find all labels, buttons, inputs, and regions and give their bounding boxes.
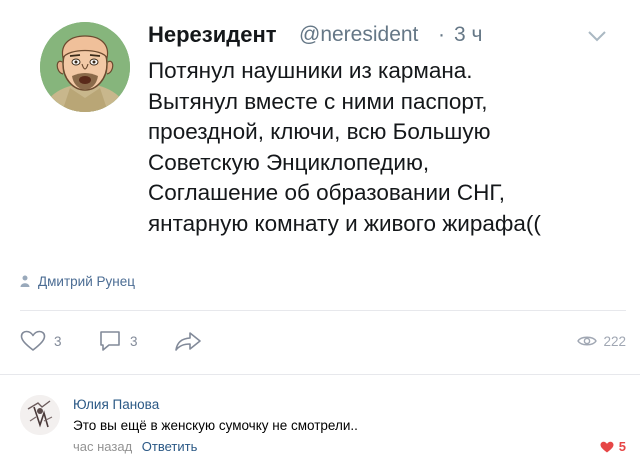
comment-timestamp[interactable]: час назад [73, 439, 132, 454]
divider [20, 310, 626, 311]
post-card: Нерезидент @neresident · 3 ч Потянул нау… [0, 0, 640, 471]
comment-item: Юлия Панова Это вы ещё в женскую сумочку… [0, 375, 640, 471]
share-icon [175, 332, 201, 351]
comment-avatar[interactable] [20, 395, 60, 435]
tweet-text-line: Соглашение об образовании СНГ, [148, 180, 506, 205]
tweet-text: Потянул наушники из кармана. Вытянул вме… [148, 56, 618, 239]
tweet-separator: · [438, 23, 445, 46]
like-count: 3 [54, 333, 62, 349]
tweet-handle: @neresident [299, 23, 419, 46]
tweet-text-line: янтарную комнату и живого жирафа(( [148, 210, 541, 236]
comment-button[interactable]: 3 [98, 326, 138, 356]
heart-filled-icon [600, 441, 614, 452]
user-avatar-icon [20, 395, 60, 435]
comment-author-name[interactable]: Юлия Панова [73, 397, 159, 412]
share-button[interactable] [174, 326, 202, 356]
reply-link[interactable]: Ответить [142, 439, 198, 454]
post-author[interactable]: Дмитрий Рунец [20, 272, 135, 290]
heart-icon [20, 330, 46, 351]
eye-icon [577, 336, 598, 346]
comment-like-count: 5 [618, 439, 626, 454]
tweet-text-line: Советскую Энциклопедию, [148, 149, 430, 175]
post-actions: 3 3 222 [20, 326, 626, 356]
post-author-name[interactable]: Дмитрий Рунец [38, 274, 135, 289]
tweet-text-line: Вытянул вместе с ними паспорт, [148, 88, 488, 114]
comment-icon [100, 331, 120, 351]
comment-meta: час назад Ответить [73, 439, 197, 454]
tweet-image[interactable]: Нерезидент @neresident · 3 ч Потянул нау… [0, 0, 640, 262]
tweet-text-line: Потянул наушники из кармана. [148, 58, 473, 83]
views-count: 222 [603, 333, 626, 349]
comment-text: Это вы ещё в женскую сумочку не смотрели… [73, 418, 358, 433]
views-counter: 222 [577, 326, 626, 356]
cartoon-man-avatar-icon [40, 22, 130, 112]
chevron-down-icon [588, 31, 606, 42]
person-icon [20, 275, 30, 287]
comment-like-button[interactable]: 5 [600, 439, 626, 454]
comment-count: 3 [130, 333, 138, 349]
tweet-text-line: проездной, ключи, всю Большую [148, 119, 491, 144]
tweet-avatar [40, 22, 130, 112]
tweet-author-name: Нерезидент [148, 22, 277, 47]
like-button[interactable]: 3 [20, 326, 62, 356]
tweet-time: 3 ч [454, 23, 483, 46]
